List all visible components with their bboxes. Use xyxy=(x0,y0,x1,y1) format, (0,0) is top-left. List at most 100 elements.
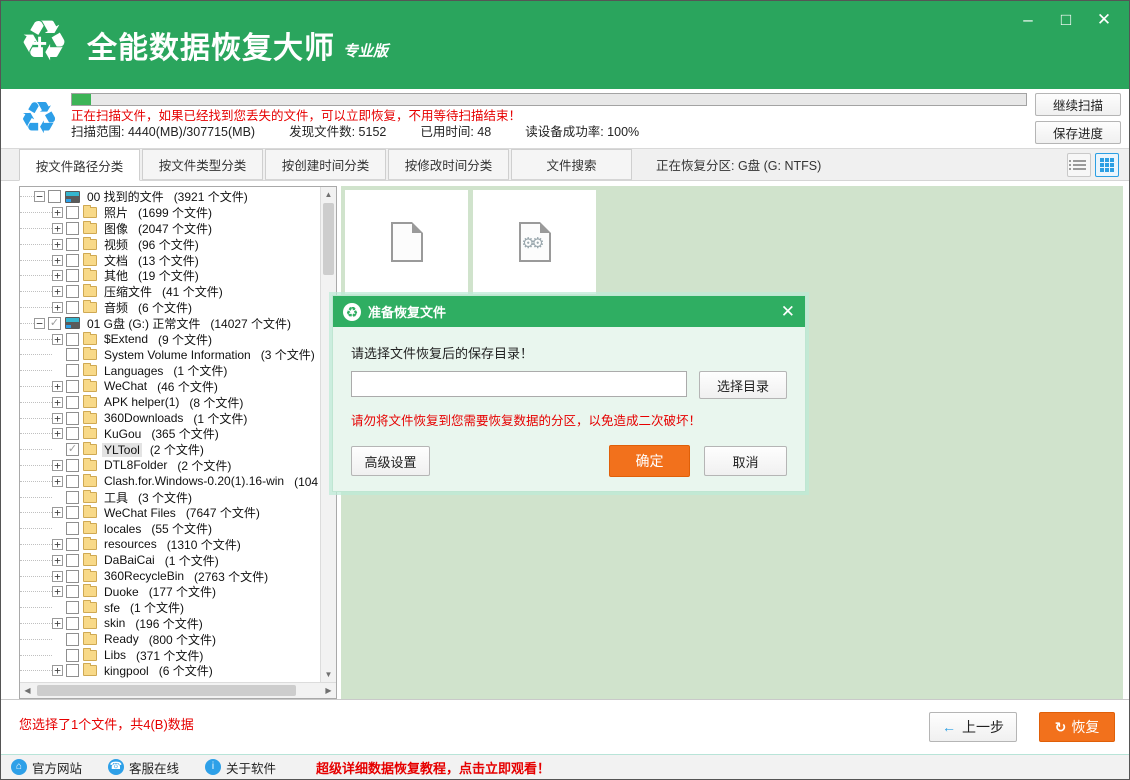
tutorial-promo-link[interactable]: 超级详细数据恢复教程，点击立即观看！ xyxy=(316,758,550,777)
tree-row[interactable]: +✓YLTool(2 个文件) xyxy=(20,442,320,458)
tree-row[interactable]: +APK helper(1)(8 个文件) xyxy=(20,394,320,410)
tree-row[interactable]: +Duoke(177 个文件) xyxy=(20,584,320,600)
tree-row[interactable]: +DTL8Folder(2 个文件) xyxy=(20,458,320,474)
expand-icon[interactable]: + xyxy=(52,428,63,439)
tree-item-label[interactable]: 照片 xyxy=(102,204,130,221)
tree-row[interactable]: +工具(3 个文件) xyxy=(20,489,320,505)
tree-checkbox[interactable] xyxy=(66,585,79,598)
dialog-close-icon[interactable]: ✕ xyxy=(781,303,795,321)
tree-item-label[interactable]: Languages xyxy=(102,364,165,378)
tree-row[interactable]: +$Extend(9 个文件) xyxy=(20,331,320,347)
tree-checkbox[interactable] xyxy=(66,649,79,662)
tree-row[interactable]: +skin(196 个文件) xyxy=(20,616,320,632)
tree-item-label[interactable]: 文档 xyxy=(102,252,130,269)
tree-item-label[interactable]: 01 G盘 (G:) 正常文件 xyxy=(85,315,202,332)
tree-item-label[interactable]: 工具 xyxy=(102,489,130,506)
tree-item-label[interactable]: 其他 xyxy=(102,267,130,284)
scroll-right-icon[interactable]: ▶ xyxy=(321,683,336,698)
tree-row[interactable]: +压缩文件(41 个文件) xyxy=(20,284,320,300)
minimize-icon[interactable]: – xyxy=(1017,9,1039,31)
expand-icon[interactable]: + xyxy=(52,381,63,392)
expand-icon[interactable]: + xyxy=(52,223,63,234)
tree-row[interactable]: +KuGou(365 个文件) xyxy=(20,426,320,442)
expand-icon[interactable]: + xyxy=(52,476,63,487)
tree-checkbox[interactable] xyxy=(66,475,79,488)
tree-item-label[interactable]: WeChat Files xyxy=(102,506,178,520)
expand-icon[interactable]: + xyxy=(52,334,63,345)
tree-checkbox[interactable] xyxy=(66,459,79,472)
collapse-icon[interactable]: − xyxy=(34,191,45,202)
tree-row[interactable]: +Clash.for.Windows-0.20(1).16-win(104 个文… xyxy=(20,473,320,489)
tree-checkbox[interactable] xyxy=(66,633,79,646)
scroll-up-icon[interactable]: ▲ xyxy=(321,187,336,202)
tree-item-label[interactable]: KuGou xyxy=(102,427,143,441)
recover-button[interactable]: ↻恢复 xyxy=(1039,712,1115,742)
expand-icon[interactable]: + xyxy=(52,397,63,408)
maximize-icon[interactable]: □ xyxy=(1055,9,1077,31)
tree-item-label[interactable]: Libs xyxy=(102,648,128,662)
tab-2[interactable]: 按创建时间分类 xyxy=(265,149,386,180)
tree-item-label[interactable]: skin xyxy=(102,616,127,630)
tree-checkbox[interactable] xyxy=(66,206,79,219)
tree-checkbox[interactable] xyxy=(66,506,79,519)
tree-checkbox[interactable] xyxy=(66,427,79,440)
tab-4[interactable]: 文件搜索 xyxy=(511,149,632,180)
tree-checkbox[interactable]: ✓ xyxy=(66,443,79,456)
expand-icon[interactable]: + xyxy=(52,460,63,471)
expand-icon[interactable]: + xyxy=(52,586,63,597)
tab-0[interactable]: 按文件路径分类 xyxy=(19,149,140,181)
continue-scan-button[interactable]: 继续扫描 xyxy=(1035,93,1121,116)
collapse-icon[interactable]: − xyxy=(34,318,45,329)
tree-row[interactable]: +Languages(1 个文件) xyxy=(20,363,320,379)
tree-item-label[interactable]: Clash.for.Windows-0.20(1).16-win xyxy=(102,474,286,488)
tree-item-label[interactable]: locales xyxy=(102,522,143,536)
tree-row[interactable]: +文档(13 个文件) xyxy=(20,252,320,268)
expand-icon[interactable]: + xyxy=(52,302,63,313)
footer-link-官方网站[interactable]: ⌂官方网站 xyxy=(11,758,82,777)
scroll-left-icon[interactable]: ◀ xyxy=(20,683,35,698)
expand-icon[interactable]: + xyxy=(52,507,63,518)
expand-icon[interactable]: + xyxy=(52,207,63,218)
tree-row[interactable]: +照片(1699 个文件) xyxy=(20,205,320,221)
expand-icon[interactable]: + xyxy=(52,555,63,566)
back-button[interactable]: ←上一步 xyxy=(929,712,1017,742)
tree-item-label[interactable]: 00 找到的文件 xyxy=(85,188,166,205)
tree-row[interactable]: −✓01 G盘 (G:) 正常文件(14027 个文件) xyxy=(20,315,320,331)
tree-checkbox[interactable] xyxy=(66,222,79,235)
tree-checkbox[interactable] xyxy=(66,348,79,361)
tree-checkbox[interactable] xyxy=(66,238,79,251)
tree-checkbox[interactable] xyxy=(48,190,61,203)
tree-checkbox[interactable] xyxy=(66,522,79,535)
tree-item-label[interactable]: System Volume Information xyxy=(102,348,253,362)
tree-row[interactable]: +视频(96 个文件) xyxy=(20,236,320,252)
expand-icon[interactable]: + xyxy=(52,618,63,629)
tree-item-label[interactable]: kingpool xyxy=(102,664,151,678)
close-icon[interactable]: ✕ xyxy=(1093,9,1115,31)
tree-row[interactable]: +图像(2047 个文件) xyxy=(20,221,320,237)
vscroll-thumb[interactable] xyxy=(323,203,334,275)
expand-icon[interactable]: + xyxy=(52,413,63,424)
cancel-button[interactable]: 取消 xyxy=(704,446,787,476)
tree-checkbox[interactable] xyxy=(66,364,79,377)
scroll-down-icon[interactable]: ▼ xyxy=(321,667,336,682)
footer-link-客服在线[interactable]: ☎客服在线 xyxy=(108,758,179,777)
tree-item-label[interactable]: $Extend xyxy=(102,332,150,346)
tree-item-label[interactable]: sfe xyxy=(102,601,122,615)
list-view-button[interactable] xyxy=(1067,153,1091,177)
tree-item-label[interactable]: 视频 xyxy=(102,236,130,253)
tree-row[interactable]: +WeChat(46 个文件) xyxy=(20,379,320,395)
tree-row[interactable]: +sfe(1 个文件) xyxy=(20,600,320,616)
tree-row[interactable]: −00 找到的文件(3921 个文件) xyxy=(20,189,320,205)
tree-row[interactable]: +360RecycleBin(2763 个文件) xyxy=(20,568,320,584)
file-thumbnail[interactable]: ⚙⚙ xyxy=(473,190,596,294)
tree-row[interactable]: +WeChat Files(7647 个文件) xyxy=(20,505,320,521)
choose-directory-button[interactable]: 选择目录 xyxy=(699,371,787,399)
tree-checkbox[interactable] xyxy=(66,491,79,504)
tree-checkbox[interactable] xyxy=(66,412,79,425)
tree-row[interactable]: +Ready(800 个文件) xyxy=(20,631,320,647)
tree-row[interactable]: +360Downloads(1 个文件) xyxy=(20,410,320,426)
tree-item-label[interactable]: APK helper(1) xyxy=(102,395,181,409)
tree-row[interactable]: +其他(19 个文件) xyxy=(20,268,320,284)
expand-icon[interactable]: + xyxy=(52,539,63,550)
tree-checkbox[interactable] xyxy=(66,664,79,677)
